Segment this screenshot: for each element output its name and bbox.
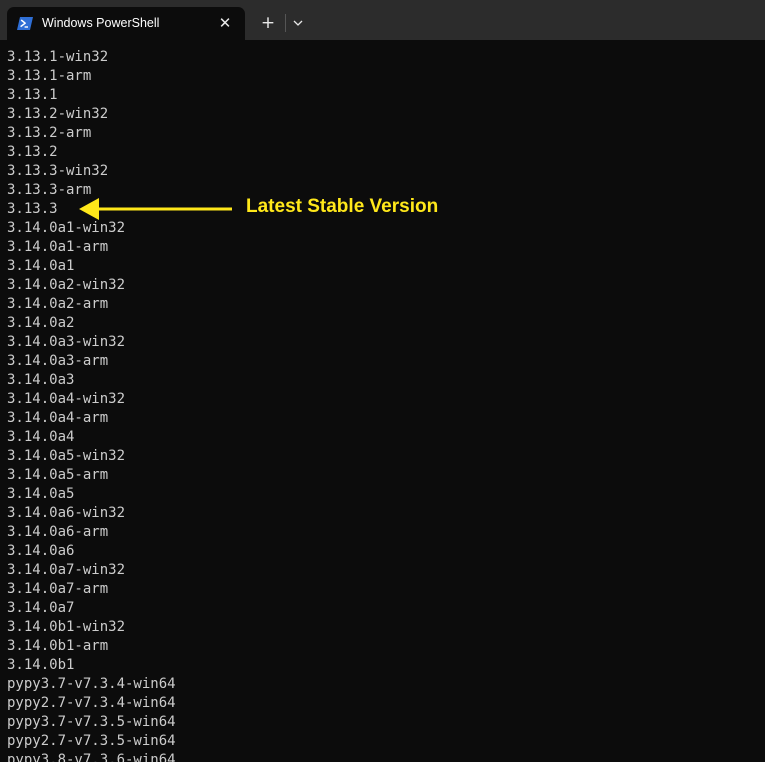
terminal-line: 3.14.0a3-win32 [7, 334, 126, 350]
terminal-line: 3.14.0a6-arm [7, 524, 109, 540]
terminal-line: 3.14.0a2 [7, 315, 75, 331]
terminal-line: 3.13.3-win32 [7, 163, 109, 179]
terminal-line: 3.13.1-arm [7, 68, 92, 84]
powershell-icon [17, 17, 33, 30]
tab-title: Windows PowerShell [42, 16, 160, 30]
terminal-line: 3.14.0a6 [7, 543, 75, 559]
terminal-line: 3.14.0a3-arm [7, 353, 109, 369]
terminal-line: 3.14.0a7-arm [7, 581, 109, 597]
terminal-line: 3.13.2-win32 [7, 106, 109, 122]
terminal-line: pypy3.8-v7.3.6-win64 [7, 752, 176, 762]
terminal-output[interactable]: 3.13.1-win32 3.13.1-arm 3.13.1 3.13.2-win32… [7, 48, 765, 762]
tab-windows-powershell[interactable]: Windows PowerShell ✕ [7, 7, 245, 40]
titlebar-divider [285, 14, 286, 32]
terminal-line: 3.13.1-win32 [7, 49, 109, 65]
terminal-window: Windows PowerShell ✕ + 3.13.1-win32 3.13.… [0, 0, 765, 762]
annotation-label: Latest Stable Version [246, 196, 439, 217]
terminal-line: 3.14.0a2-arm [7, 296, 109, 312]
tab-dropdown-button[interactable] [288, 12, 308, 34]
terminal-line: 3.13.2-arm [7, 125, 92, 141]
terminal-line: 3.14.0a5-arm [7, 467, 109, 483]
terminal-line: 3.14.0a5-win32 [7, 448, 126, 464]
terminal-line: 3.14.0a5 [7, 486, 75, 502]
terminal-line: pypy3.7-v7.3.5-win64 [7, 714, 176, 730]
terminal-line: 3.14.0a4-win32 [7, 391, 126, 407]
terminal-line: 3.13.1 [7, 87, 58, 103]
new-tab-button[interactable]: + [257, 12, 279, 34]
terminal-line: 3.14.0b1 [7, 657, 75, 673]
terminal-line: 3.14.0a6-win32 [7, 505, 126, 521]
title-bar: Windows PowerShell ✕ + [0, 0, 765, 40]
terminal-line: 3.14.0a4-arm [7, 410, 109, 426]
close-tab-button[interactable]: ✕ [217, 15, 233, 31]
terminal-line: 3.14.0b1-win32 [7, 619, 126, 635]
terminal-line: 3.14.0a1-arm [7, 239, 109, 255]
terminal-line: pypy3.7-v7.3.4-win64 [7, 676, 176, 692]
terminal-line: 3.14.0a7-win32 [7, 562, 126, 578]
chevron-down-icon [293, 20, 303, 26]
terminal-line: pypy2.7-v7.3.5-win64 [7, 733, 176, 749]
terminal-line: 3.14.0a1 [7, 258, 75, 274]
terminal-line: 3.14.0a2-win32 [7, 277, 126, 293]
terminal-line: 3.13.2 [7, 144, 58, 160]
terminal-line: 3.14.0b1-arm [7, 638, 109, 654]
terminal-line: 3.14.0a3 [7, 372, 75, 388]
terminal-line: pypy2.7-v7.3.4-win64 [7, 695, 176, 711]
terminal-line: 3.14.0a4 [7, 429, 75, 445]
terminal-line: 3.14.0a7 [7, 600, 75, 616]
